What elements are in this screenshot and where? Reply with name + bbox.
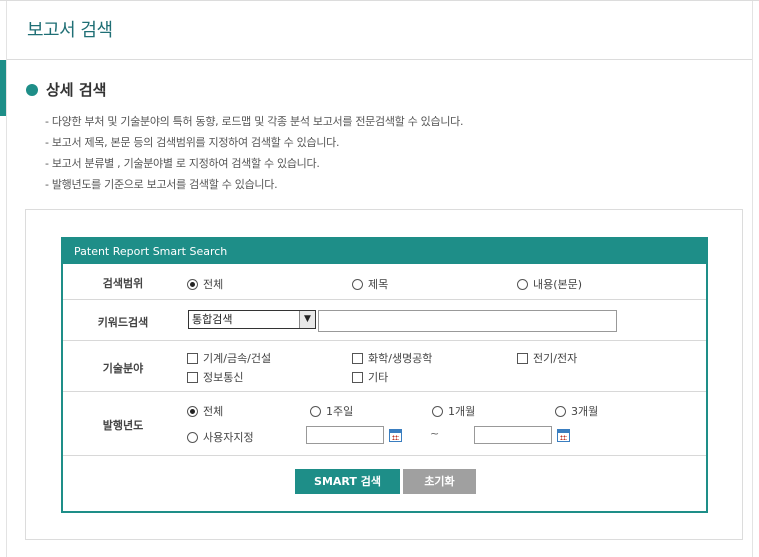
year-option-label: 1주일 bbox=[326, 405, 354, 418]
top-border bbox=[0, 0, 759, 1]
smart-search-panel: Patent Report Smart Search 검색범위 전체 제목 내용… bbox=[61, 237, 708, 513]
radio-icon[interactable] bbox=[432, 405, 443, 417]
tech-option-label: 전기/전자 bbox=[533, 352, 578, 365]
scope-radio-title[interactable]: 제목 bbox=[352, 276, 388, 292]
tech-label: 기술분야 bbox=[102, 362, 144, 375]
reset-button[interactable]: 초기화 bbox=[403, 469, 476, 494]
date-range-separator: ~ bbox=[430, 427, 440, 440]
section-accent-bar bbox=[0, 60, 6, 116]
tech-check-elec[interactable]: 전기/전자 bbox=[517, 350, 577, 366]
radio-icon[interactable] bbox=[352, 278, 363, 290]
year-radio-week[interactable]: 1주일 bbox=[310, 403, 353, 419]
title-divider bbox=[7, 59, 752, 60]
description-item: - 보고서 분류별 , 기술분야별 로 지정하여 검색할 수 있습니다. bbox=[45, 157, 320, 170]
radio-icon[interactable] bbox=[555, 405, 566, 417]
description-item: - 다양한 부처 및 기술분야의 특허 동향, 로드맵 및 각종 분석 보고서를… bbox=[45, 115, 464, 128]
year-option-label: 사용자지정 bbox=[203, 431, 254, 444]
checkbox-icon[interactable] bbox=[352, 371, 363, 383]
scope-label: 검색범위 bbox=[102, 277, 144, 290]
scope-radio-content[interactable]: 내용(본문) bbox=[517, 276, 582, 292]
checkbox-icon[interactable] bbox=[517, 352, 528, 364]
tech-option-label: 화학/생명공학 bbox=[368, 352, 433, 365]
checkbox-icon[interactable] bbox=[187, 352, 198, 364]
keyword-row: 키워드검색 통합검색 ▼ bbox=[63, 300, 706, 341]
year-option-label: 전체 bbox=[203, 405, 224, 418]
tech-option-label: 정보통신 bbox=[203, 371, 244, 384]
year-row: 발행년도 전체 1주일 1개월 3개월 사용자지정 ~ bbox=[63, 392, 706, 456]
year-label: 발행년도 bbox=[102, 419, 144, 432]
year-radio-custom[interactable]: 사용자지정 bbox=[187, 429, 254, 445]
description-item: - 보고서 제목, 본문 등의 검색범위를 지정하여 검색할 수 있습니다. bbox=[45, 136, 340, 149]
radio-icon[interactable] bbox=[187, 431, 198, 443]
page-title: 보고서 검색 bbox=[27, 20, 113, 41]
year-radio-3month[interactable]: 3개월 bbox=[555, 403, 598, 419]
smart-search-button[interactable]: SMART 검색 bbox=[295, 469, 400, 494]
checkbox-icon[interactable] bbox=[352, 352, 363, 364]
tech-check-etc[interactable]: 기타 bbox=[352, 369, 388, 385]
tech-check-chem[interactable]: 화학/생명공학 bbox=[352, 350, 432, 366]
year-radio-month[interactable]: 1개월 bbox=[432, 403, 475, 419]
scope-option-label: 제목 bbox=[368, 278, 389, 291]
scope-option-label: 전체 bbox=[203, 278, 224, 291]
year-radio-all[interactable]: 전체 bbox=[187, 403, 223, 419]
radio-icon[interactable] bbox=[310, 405, 321, 417]
checkbox-icon[interactable] bbox=[187, 371, 198, 383]
scope-radio-all[interactable]: 전체 bbox=[187, 276, 223, 292]
date-to-input[interactable] bbox=[474, 426, 552, 444]
radio-icon[interactable] bbox=[517, 278, 528, 290]
year-option-label: 3개월 bbox=[571, 405, 599, 418]
description-item: - 발행년도를 기준으로 보고서를 검색할 수 있습니다. bbox=[45, 178, 278, 191]
right-border bbox=[752, 1, 753, 557]
section-title: 상세 검색 bbox=[46, 81, 107, 99]
tech-row: 기술분야 기계/금속/건설 화학/생명공학 전기/전자 정보통신 기타 bbox=[63, 341, 706, 392]
keyword-type-value: 통합검색 bbox=[192, 313, 233, 326]
chevron-down-icon[interactable]: ▼ bbox=[299, 311, 315, 328]
calendar-icon[interactable] bbox=[557, 429, 570, 442]
description-list: - 다양한 부처 및 기술분야의 특허 동향, 로드맵 및 각종 분석 보고서를… bbox=[45, 111, 463, 195]
left-border bbox=[6, 1, 7, 557]
radio-selected-icon[interactable] bbox=[187, 278, 198, 290]
section-header: 상세 검색 bbox=[26, 79, 106, 100]
calendar-icon[interactable] bbox=[389, 429, 402, 442]
scope-row: 검색범위 전체 제목 내용(본문) bbox=[63, 264, 706, 300]
keyword-input[interactable] bbox=[318, 310, 617, 332]
tech-check-info[interactable]: 정보통신 bbox=[187, 369, 243, 385]
panel-header: Patent Report Smart Search bbox=[63, 239, 706, 264]
scope-option-label: 내용(본문) bbox=[533, 278, 583, 291]
year-option-label: 1개월 bbox=[448, 405, 476, 418]
keyword-type-select[interactable]: 통합검색 ▼ bbox=[188, 310, 316, 329]
bullet-icon bbox=[26, 83, 38, 96]
tech-check-machine[interactable]: 기계/금속/건설 bbox=[187, 350, 271, 366]
radio-selected-icon[interactable] bbox=[187, 405, 198, 417]
date-from-input[interactable] bbox=[306, 426, 384, 444]
tech-option-label: 기계/금속/건설 bbox=[203, 352, 272, 365]
keyword-label: 키워드검색 bbox=[97, 316, 149, 329]
tech-option-label: 기타 bbox=[368, 371, 389, 384]
